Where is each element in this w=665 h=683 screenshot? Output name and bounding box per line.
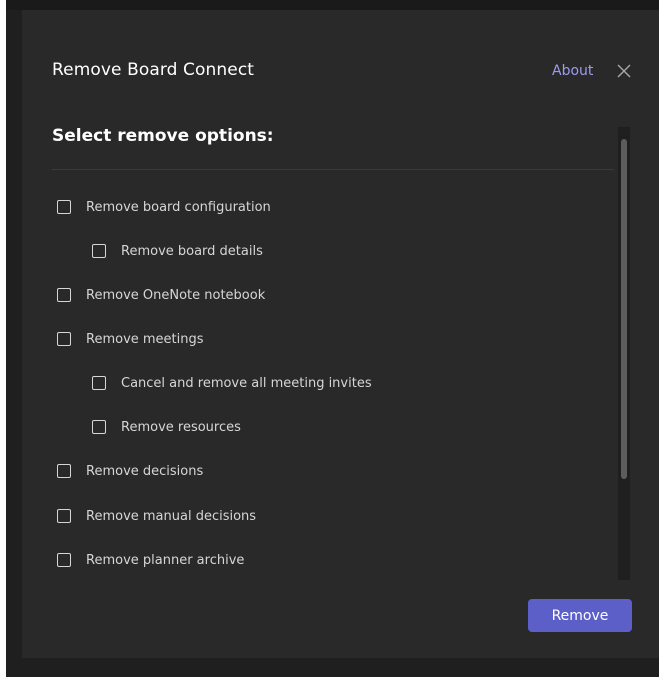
remove-dialog: Remove Board Connect About Select remove… — [22, 10, 659, 658]
dialog-title: Remove Board Connect — [52, 60, 255, 80]
option-remove-meetings[interactable]: Remove meetings — [57, 327, 204, 351]
divider — [52, 169, 614, 170]
checkbox[interactable] — [57, 332, 71, 346]
checkbox[interactable] — [92, 376, 106, 390]
option-label: Cancel and remove all meeting invites — [121, 375, 372, 391]
checkbox[interactable] — [57, 288, 71, 302]
option-remove-board-configuration[interactable]: Remove board configuration — [57, 195, 271, 219]
section-heading: Select remove options: — [52, 126, 274, 146]
option-label: Remove decisions — [86, 463, 204, 479]
about-link[interactable]: About — [552, 63, 593, 79]
option-remove-resources[interactable]: Remove resources — [92, 415, 241, 439]
option-remove-manual-decisions[interactable]: Remove manual decisions — [57, 504, 256, 528]
scrollbar-track[interactable] — [618, 127, 630, 580]
option-remove-onenote-notebook[interactable]: Remove OneNote notebook — [57, 283, 265, 307]
checkbox[interactable] — [57, 509, 71, 523]
checkbox[interactable] — [92, 244, 106, 258]
option-remove-planner-archive[interactable]: Remove planner archive — [57, 548, 244, 570]
option-label: Remove board details — [121, 243, 263, 259]
option-remove-decisions[interactable]: Remove decisions — [57, 459, 203, 483]
checkbox[interactable] — [57, 200, 71, 214]
checkbox[interactable] — [57, 464, 71, 478]
close-icon[interactable] — [616, 63, 632, 79]
checkbox[interactable] — [92, 420, 106, 434]
option-remove-board-details[interactable]: Remove board details — [92, 239, 263, 263]
checkbox[interactable] — [57, 553, 71, 567]
option-label: Remove board configuration — [86, 199, 271, 215]
option-label: Remove planner archive — [86, 552, 245, 568]
option-label: Remove meetings — [86, 331, 204, 347]
options-panel: Select remove options: Remove board conf… — [52, 123, 630, 570]
option-cancel-meeting-invites[interactable]: Cancel and remove all meeting invites — [92, 371, 372, 395]
option-label: Remove manual decisions — [86, 508, 257, 524]
option-label: Remove resources — [121, 419, 241, 435]
option-label: Remove OneNote notebook — [86, 287, 266, 303]
remove-button[interactable]: Remove — [528, 599, 632, 632]
backdrop-header — [6, 0, 659, 10]
scrollbar-thumb[interactable] — [621, 139, 627, 479]
